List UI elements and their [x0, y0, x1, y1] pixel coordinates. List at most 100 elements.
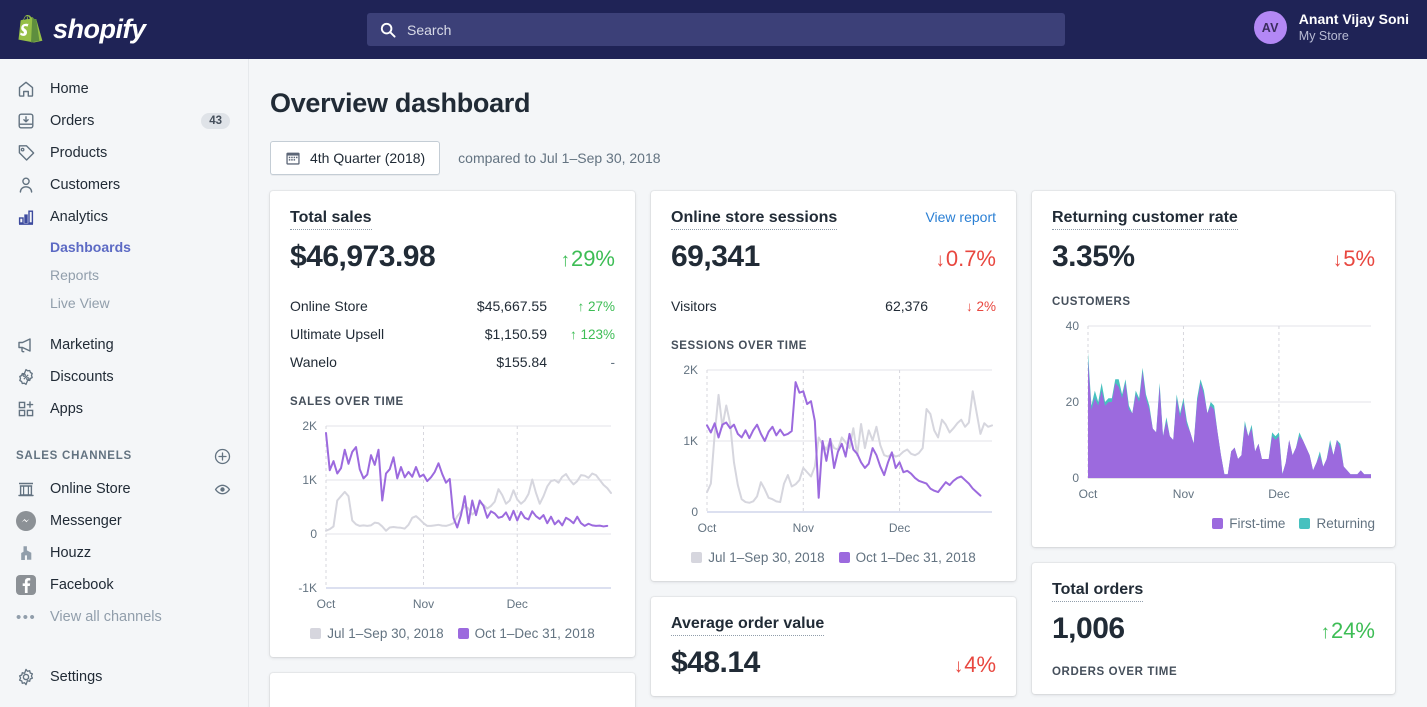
metric-delta: ↓0.7% [935, 246, 996, 271]
row-delta: ↑ 27% [577, 298, 615, 314]
svg-text:Nov: Nov [413, 597, 434, 611]
sidebar-label: View all channels [50, 609, 162, 625]
sidebar-item-orders[interactable]: Orders 43 [8, 105, 240, 137]
eye-icon[interactable] [214, 481, 231, 498]
metric-value: 1,006 [1052, 612, 1125, 645]
sidebar: Home Orders 43 Products Customers Analyt… [0, 59, 249, 707]
sidebar-label: Orders [50, 113, 95, 129]
sidebar-label: Analytics [50, 209, 109, 225]
sidebar-subitem-live-view[interactable]: Live View [8, 289, 240, 317]
sidebar-label: Online Store [50, 481, 131, 497]
svg-text:Oct: Oct [317, 597, 336, 611]
sidebar-subitem-reports[interactable]: Reports [8, 261, 240, 289]
sidebar-item-view-all-channels[interactable]: ••• View all channels [8, 601, 240, 633]
chart-label: SALES OVER TIME [290, 396, 404, 408]
arrow-up-icon: ↑ [1320, 622, 1330, 643]
svg-text:Dec: Dec [507, 597, 528, 611]
messenger-icon [16, 511, 36, 531]
sidebar-item-products[interactable]: Products [8, 137, 240, 169]
search-icon [380, 22, 396, 38]
svg-text:0: 0 [310, 527, 317, 541]
card-title[interactable]: Average order value [671, 615, 825, 636]
legend-label: Oct 1–Dec 31, 2018 [855, 550, 976, 565]
metric-row: 1,006 ↑24% [1052, 612, 1375, 646]
breakdown-table: Visitors 62,376 ↓ 2% [671, 292, 996, 320]
products-icon [16, 143, 36, 163]
row-value: $155.84 [496, 354, 547, 370]
legend-swatch [1299, 518, 1311, 529]
svg-text:2K: 2K [683, 363, 698, 377]
apps-icon [16, 399, 36, 419]
date-range-button[interactable]: 4th Quarter (2018) [270, 141, 441, 175]
sidebar-label: Marketing [50, 337, 114, 353]
legend-item: Oct 1–Dec 31, 2018 [838, 550, 976, 565]
legend-swatch [691, 552, 703, 563]
row-name: Online Store [290, 298, 368, 314]
sidebar-subitem-dashboards[interactable]: Dashboards [8, 233, 240, 261]
card-partial-bottom-left [270, 673, 635, 707]
legend-label: First-time [1229, 516, 1286, 531]
storefront-icon [16, 479, 36, 499]
metric-row: 3.35% ↓5% [1052, 240, 1375, 274]
shopify-logo[interactable]: shopify [17, 14, 146, 45]
sidebar-item-home[interactable]: Home [8, 73, 240, 105]
chart-label: CUSTOMERS [1052, 296, 1131, 308]
top-bar: shopify Search AV Anant Vijay Soni My St… [0, 0, 1427, 59]
card-total-orders: Total orders 1,006 ↑24% ORDERS OVER TIME [1032, 563, 1395, 694]
sidebar-item-facebook[interactable]: Facebook [8, 569, 240, 601]
orders-icon [16, 111, 36, 131]
card-title[interactable]: Online store sessions [671, 209, 838, 230]
sidebar-item-analytics[interactable]: Analytics [8, 201, 240, 233]
chart-customers: 40 20 0 Oct Nov Dec [1052, 318, 1375, 508]
legend-item: Returning [1299, 516, 1375, 531]
sidebar-item-settings[interactable]: Settings [8, 661, 240, 693]
sidebar-item-messenger[interactable]: Messenger [8, 505, 240, 537]
legend-swatch [838, 552, 850, 563]
nav-spacer-2 [0, 633, 248, 661]
svg-text:Nov: Nov [793, 521, 814, 535]
row-delta: ↑ 123% [569, 326, 615, 342]
analytics-icon [16, 207, 36, 227]
metric-delta: ↑29% [560, 246, 615, 271]
main-content: Overview dashboard 4th Quarter (2018) co… [249, 59, 1427, 707]
legend-item: Jul 1–Sep 30, 2018 [691, 550, 825, 565]
sidebar-label: Settings [50, 669, 103, 685]
add-channel-icon[interactable] [214, 448, 231, 465]
sidebar-item-apps[interactable]: Apps [8, 393, 240, 425]
sidebar-item-customers[interactable]: Customers [8, 169, 240, 201]
sidebar-item-online-store[interactable]: Online Store [8, 473, 240, 505]
card-header: Average order value [671, 615, 996, 636]
shopify-wordmark: shopify [53, 14, 146, 44]
chart-label: SESSIONS OVER TIME [671, 340, 808, 352]
sidebar-item-houzz[interactable]: Houzz [8, 537, 240, 569]
chart-legend: First-time Returning [1052, 516, 1375, 531]
user-menu[interactable]: AV Anant Vijay Soni My Store [1253, 11, 1409, 45]
chart-sales-over-time: 2K 1K 0 -1K Oct Nov Dec [290, 418, 615, 618]
metric-row: $46,973.98 ↑29% [290, 240, 615, 274]
view-report-link[interactable]: View report [925, 209, 996, 225]
table-row: Ultimate Upsell $1,150.59 ↑ 123% [290, 320, 615, 348]
dashboard-column-2: Online store sessions View report 69,341… [651, 191, 1016, 707]
houzz-icon [16, 543, 36, 563]
arrow-down-icon: ↓ [953, 656, 964, 677]
card-header: Total orders [1052, 581, 1375, 602]
calendar-icon [285, 150, 301, 166]
svg-text:Oct: Oct [1079, 487, 1098, 501]
legend-item: Jul 1–Sep 30, 2018 [310, 626, 444, 641]
metric-value: $46,973.98 [290, 240, 436, 273]
row-value: $45,667.55 [476, 298, 547, 314]
card-title[interactable]: Total orders [1052, 581, 1144, 602]
svg-text:1K: 1K [683, 434, 698, 448]
row-delta: - [610, 354, 616, 370]
metric-row: $48.14 ↓4% [671, 646, 996, 680]
card-header: Total sales [290, 209, 615, 230]
card-title[interactable]: Total sales [290, 209, 372, 230]
facebook-icon [16, 575, 36, 595]
sidebar-item-discounts[interactable]: Discounts [8, 361, 240, 393]
card-total-sales: Total sales $46,973.98 ↑29% Online Store… [270, 191, 635, 657]
card-title[interactable]: Returning customer rate [1052, 209, 1238, 230]
search-input[interactable]: Search [367, 13, 1065, 46]
sidebar-item-marketing[interactable]: Marketing [8, 329, 240, 361]
date-filter-row: 4th Quarter (2018) compared to Jul 1–Sep… [270, 141, 1427, 175]
